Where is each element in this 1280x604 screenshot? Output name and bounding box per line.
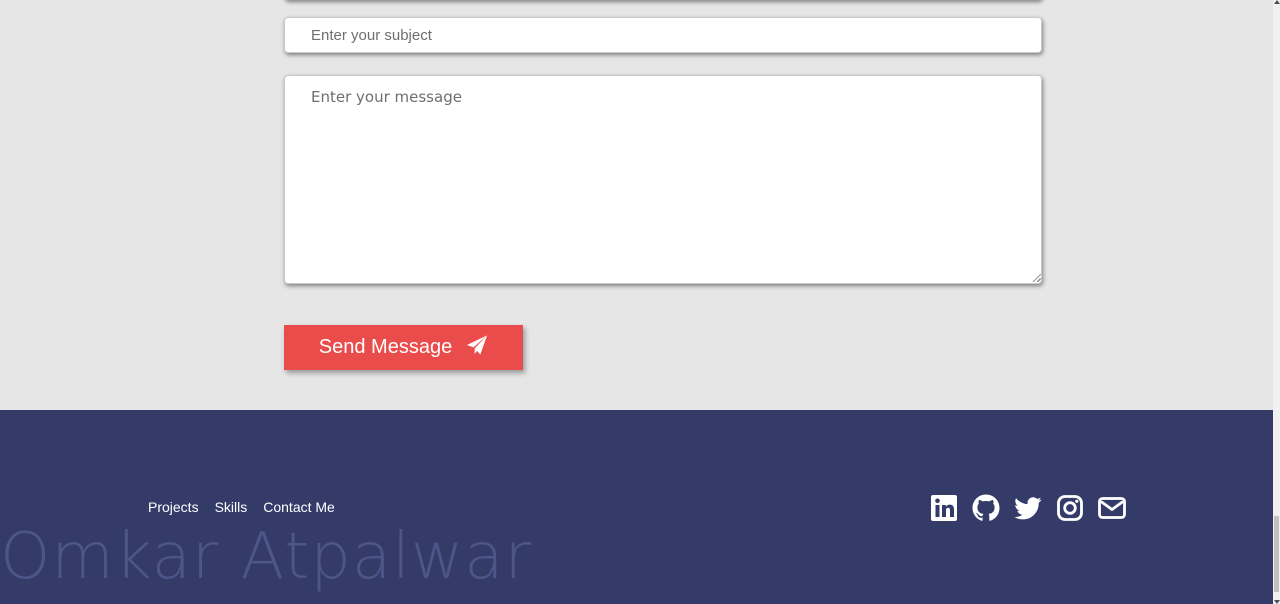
instagram-icon[interactable] — [1055, 493, 1085, 523]
send-message-label: Send Message — [318, 336, 453, 358]
footer-nav: Projects Skills Contact Me — [148, 499, 335, 515]
twitter-icon[interactable] — [1013, 493, 1043, 523]
scroll-down-arrow-icon[interactable] — [1274, 600, 1280, 604]
footer-brand-name: Omkar Atpalwar — [0, 520, 532, 594]
site-footer: Projects Skills Contact Me Omkar Atpalwa… — [0, 410, 1273, 604]
linkedin-icon[interactable] — [929, 493, 959, 523]
envelope-icon[interactable] — [1097, 493, 1127, 523]
footer-link-projects[interactable]: Projects — [148, 499, 199, 515]
footer-link-skills[interactable]: Skills — [215, 499, 248, 515]
footer-link-contact-me[interactable]: Contact Me — [263, 499, 335, 515]
page-scrollbar[interactable] — [1273, 0, 1280, 604]
message-textarea[interactable] — [284, 75, 1042, 284]
scrollbar-thumb[interactable] — [1274, 516, 1279, 592]
subject-input[interactable] — [284, 17, 1042, 53]
social-links — [929, 493, 1127, 523]
paper-plane-icon — [466, 334, 488, 362]
scroll-up-arrow-icon[interactable] — [1274, 0, 1280, 4]
github-icon[interactable] — [971, 493, 1001, 523]
page: Send Message Projects Skills Contact Me … — [0, 0, 1273, 604]
send-message-button[interactable]: Send Message — [284, 325, 523, 370]
